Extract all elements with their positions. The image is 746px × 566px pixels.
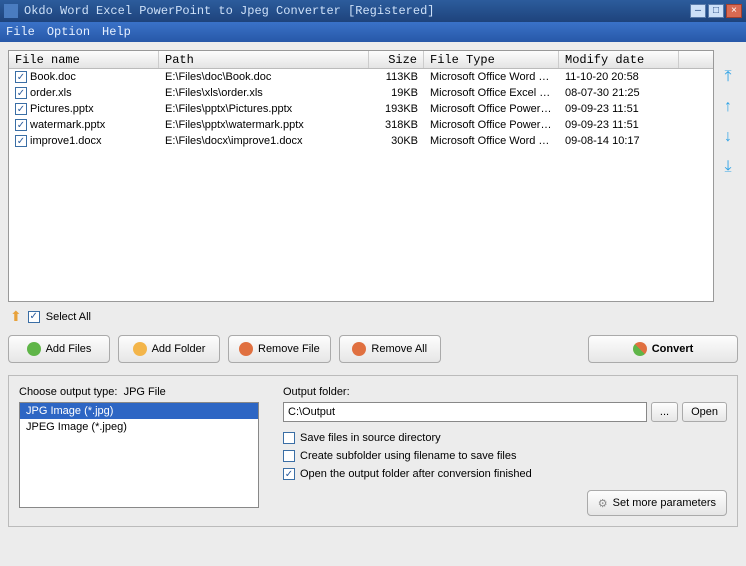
folder-icon <box>133 342 147 356</box>
file-date: 09-09-23 11:51 <box>559 119 679 131</box>
menu-help[interactable]: Help <box>102 25 131 39</box>
file-path: E:\Files\docx\improve1.docx <box>159 135 369 147</box>
file-size: 19KB <box>369 87 424 99</box>
open-after-checkbox[interactable]: ✓ <box>283 468 295 480</box>
move-bottom-icon[interactable]: ⤓ <box>720 160 736 176</box>
select-all-label: Select All <box>46 311 91 323</box>
create-subfolder-checkbox[interactable] <box>283 450 295 462</box>
window-title: Okdo Word Excel PowerPoint to Jpeg Conve… <box>24 4 434 18</box>
table-row[interactable]: ✓improve1.docx E:\Files\docx\improve1.doc… <box>9 133 713 149</box>
col-header-path[interactable]: Path <box>159 51 369 68</box>
remove-file-button[interactable]: Remove File <box>228 335 331 363</box>
browse-button[interactable]: ... <box>651 402 678 422</box>
file-size: 318KB <box>369 119 424 131</box>
minimize-button[interactable]: — <box>690 4 706 18</box>
table-header: File name Path Size File Type Modify dat… <box>9 51 713 69</box>
output-folder-label: Output folder: <box>283 386 727 398</box>
output-folder-input[interactable] <box>283 402 647 422</box>
add-folder-button[interactable]: Add Folder <box>118 335 220 363</box>
titlebar: Okdo Word Excel PowerPoint to Jpeg Conve… <box>0 0 746 22</box>
file-name: Pictures.pptx <box>30 103 94 115</box>
add-icon <box>27 342 41 356</box>
file-type: Microsoft Office Word D... <box>424 135 559 147</box>
row-checkbox[interactable]: ✓ <box>15 87 27 99</box>
table-row[interactable]: ✓Pictures.pptx E:\Files\pptx\Pictures.ppt… <box>9 101 713 117</box>
file-table[interactable]: File name Path Size File Type Modify dat… <box>8 50 714 302</box>
output-type-label: Choose output type: JPG File <box>19 386 259 398</box>
file-name: watermark.pptx <box>30 119 105 131</box>
remove-all-icon <box>352 342 366 356</box>
col-header-name[interactable]: File name <box>9 51 159 68</box>
row-checkbox[interactable]: ✓ <box>15 71 27 83</box>
file-path: E:\Files\pptx\watermark.pptx <box>159 119 369 131</box>
open-folder-button[interactable]: Open <box>682 402 727 422</box>
table-row[interactable]: ✓watermark.pptx E:\Files\pptx\watermark.p… <box>9 117 713 133</box>
file-name: order.xls <box>30 87 72 99</box>
row-checkbox[interactable]: ✓ <box>15 135 27 147</box>
reorder-buttons: ⤒ ↑ ↓ ⤓ <box>718 50 738 302</box>
up-folder-icon[interactable]: ⬆ <box>10 308 22 325</box>
file-date: 09-08-14 10:17 <box>559 135 679 147</box>
file-date: 11-10-20 20:58 <box>559 71 679 83</box>
row-checkbox[interactable]: ✓ <box>15 103 27 115</box>
file-date: 09-09-23 11:51 <box>559 103 679 115</box>
select-all-checkbox[interactable]: ✓ <box>28 311 40 323</box>
output-type-option[interactable]: JPEG Image (*.jpeg) <box>20 419 258 435</box>
file-date: 08-07-30 21:25 <box>559 87 679 99</box>
save-in-source-checkbox[interactable] <box>283 432 295 444</box>
file-name: Book.doc <box>30 71 76 83</box>
remove-icon <box>239 342 253 356</box>
move-up-icon[interactable]: ↑ <box>720 100 736 116</box>
file-path: E:\Files\pptx\Pictures.pptx <box>159 103 369 115</box>
col-header-date[interactable]: Modify date <box>559 51 679 68</box>
file-size: 30KB <box>369 135 424 147</box>
row-checkbox[interactable]: ✓ <box>15 119 27 131</box>
open-after-label: Open the output folder after conversion … <box>300 468 532 480</box>
table-row[interactable]: ✓Book.doc E:\Files\doc\Book.doc113KBMicro… <box>9 69 713 85</box>
move-top-icon[interactable]: ⤒ <box>720 70 736 86</box>
col-header-type[interactable]: File Type <box>424 51 559 68</box>
file-path: E:\Files\xls\order.xls <box>159 87 369 99</box>
file-size: 193KB <box>369 103 424 115</box>
app-icon <box>4 4 18 18</box>
set-more-parameters-button[interactable]: ⚙ Set more parameters <box>587 490 727 516</box>
menu-file[interactable]: File <box>6 25 35 39</box>
file-path: E:\Files\doc\Book.doc <box>159 71 369 83</box>
convert-icon <box>633 342 647 356</box>
menu-option[interactable]: Option <box>47 25 90 39</box>
table-row[interactable]: ✓order.xls E:\Files\xls\order.xls19KBMicr… <box>9 85 713 101</box>
file-type: Microsoft Office Word 9... <box>424 71 559 83</box>
col-header-size[interactable]: Size <box>369 51 424 68</box>
file-type: Microsoft Office Excel 9... <box>424 87 559 99</box>
close-button[interactable]: × <box>726 4 742 18</box>
add-files-button[interactable]: Add Files <box>8 335 110 363</box>
gear-icon: ⚙ <box>598 497 608 510</box>
output-type-list[interactable]: JPG Image (*.jpg)JPEG Image (*.jpeg) <box>19 402 259 508</box>
convert-button[interactable]: Convert <box>588 335 738 363</box>
move-down-icon[interactable]: ↓ <box>720 130 736 146</box>
file-size: 113KB <box>369 71 424 83</box>
save-in-source-label: Save files in source directory <box>300 432 441 444</box>
output-type-option[interactable]: JPG Image (*.jpg) <box>20 403 258 419</box>
file-type: Microsoft Office PowerP... <box>424 103 559 115</box>
file-name: improve1.docx <box>30 135 102 147</box>
maximize-button[interactable]: □ <box>708 4 724 18</box>
file-type: Microsoft Office PowerP... <box>424 119 559 131</box>
create-subfolder-label: Create subfolder using filename to save … <box>300 450 516 462</box>
menubar: File Option Help <box>0 22 746 42</box>
remove-all-button[interactable]: Remove All <box>339 335 441 363</box>
